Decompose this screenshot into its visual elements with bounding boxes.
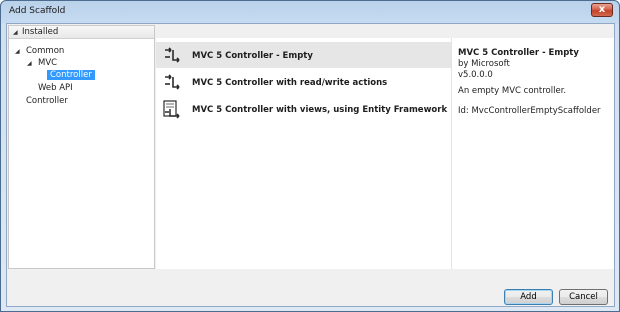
title-bar[interactable]: Add Scaffold x	[1, 1, 619, 23]
tree-item-mvc-controller[interactable]: Controller	[47, 70, 95, 80]
expanded-triangle-icon[interactable]: ◢	[13, 29, 18, 36]
tree-item-controller[interactable]: Controller	[26, 96, 68, 106]
list-item-mvc-controller-read-write[interactable]: MVC 5 Controller with read/write actions	[156, 69, 451, 95]
template-label: MVC 5 Controller with views, using Entit…	[192, 105, 448, 115]
tree-item-web-api[interactable]: Web API	[38, 83, 73, 93]
add-button[interactable]: Add	[504, 289, 553, 305]
installed-header[interactable]: ◢ Installed	[9, 26, 154, 39]
details-id: Id: MvcControllerEmptyScaffolder	[458, 106, 601, 116]
dialog-body: ◢ Installed ◢ Common ◢ MVC Controller We…	[6, 23, 615, 307]
controller-icon	[165, 74, 180, 90]
installed-label: Installed	[22, 27, 59, 37]
window-title: Add Scaffold	[9, 6, 66, 16]
add-scaffold-dialog: Add Scaffold x ◢ Installed ◢ Common ◢ MV…	[0, 0, 620, 312]
list-item-mvc-controller-empty[interactable]: MVC 5 Controller - Empty	[156, 42, 451, 68]
cancel-button[interactable]: Cancel	[559, 289, 608, 305]
template-list: MVC 5 Controller - Empty MVC 5 Controlle…	[156, 38, 451, 269]
template-details: MVC 5 Controller - Empty by Microsoft v5…	[451, 38, 614, 269]
tree-item-mvc[interactable]: MVC	[38, 58, 57, 68]
details-author: by Microsoft	[458, 59, 510, 69]
expanded-triangle-icon[interactable]: ◢	[15, 48, 20, 55]
template-label: MVC 5 Controller with read/write actions	[192, 78, 388, 88]
controller-views-icon	[163, 100, 180, 119]
details-version: v5.0.0.0	[458, 70, 493, 80]
category-tree: ◢ Installed ◢ Common ◢ MVC Controller We…	[8, 25, 155, 269]
expanded-triangle-icon[interactable]: ◢	[27, 60, 32, 67]
details-title: MVC 5 Controller - Empty	[458, 48, 579, 58]
tree-item-common[interactable]: Common	[26, 46, 64, 56]
template-label: MVC 5 Controller - Empty	[192, 51, 313, 61]
list-item-mvc-controller-views-ef[interactable]: MVC 5 Controller with views, using Entit…	[156, 96, 451, 122]
controller-icon	[165, 47, 180, 63]
close-button[interactable]: x	[591, 3, 613, 17]
details-description: An empty MVC controller.	[458, 86, 567, 96]
